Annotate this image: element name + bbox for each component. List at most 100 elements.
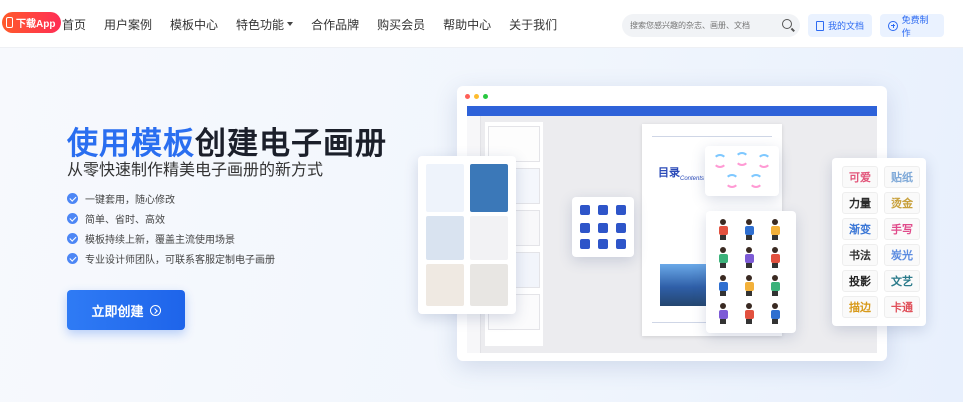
- feature-text: 模板持续上新，覆盖主流使用场景: [85, 234, 235, 246]
- nav-link[interactable]: 特色功能: [236, 16, 294, 33]
- nav-link[interactable]: 首页: [62, 16, 86, 33]
- template-tile: [426, 264, 464, 306]
- minimize-dot-icon: [474, 94, 479, 99]
- character-figure: [718, 247, 728, 269]
- nav-link[interactable]: 模板中心: [170, 16, 218, 33]
- grid-icon: [580, 205, 590, 215]
- nav-link-label: 模板中心: [170, 17, 219, 32]
- text-effect-sample: 力量: [842, 192, 878, 214]
- page-heading: 目录: [658, 167, 680, 179]
- text-effect-sample: 烫金: [884, 192, 920, 214]
- window-controls: [465, 94, 488, 99]
- search-box[interactable]: [622, 14, 800, 37]
- caret-down-icon: [287, 22, 294, 26]
- feature-item: 一键套用，随心修改: [67, 188, 275, 208]
- nav-links: 首页 用户案例 模板中心 特色功能 合作品牌 购买会员 帮助中心 关于我们: [62, 0, 575, 48]
- character-figure: [718, 275, 728, 297]
- nav-link-label: 帮助中心: [443, 17, 492, 32]
- text-effects-card: 可爱 贴纸 力量 烫金 渐变 手写 书法 炭光 投影 文艺 描边 卡通: [832, 158, 926, 326]
- grid-icon: [598, 223, 608, 233]
- page-heading-en: Contents: [680, 176, 705, 182]
- nav-link[interactable]: 购买会员: [377, 16, 425, 33]
- search-input[interactable]: [630, 21, 770, 30]
- hero-subtitle: 从零快速制作精美电子画册的新方式: [67, 162, 324, 179]
- grid-icon: [598, 239, 608, 249]
- text-effect-sample: 描边: [842, 296, 878, 318]
- character-figure: [770, 275, 780, 297]
- nav-link[interactable]: 用户案例: [104, 16, 152, 33]
- text-effect-sample: 可爱: [842, 166, 878, 188]
- character-figure: [744, 219, 754, 241]
- download-app-label: 下载App: [16, 19, 56, 30]
- grid-icon: [616, 239, 626, 249]
- template-tile: [426, 164, 464, 212]
- character-figure: [770, 303, 780, 325]
- character-figure: [744, 247, 754, 269]
- create-now-label: 立即创建: [91, 303, 144, 319]
- character-figure: [744, 303, 754, 325]
- swirl-icon: [713, 154, 727, 168]
- text-effect-sample: 投影: [842, 270, 878, 292]
- check-circle-icon: [67, 192, 78, 204]
- grid-icon: [580, 239, 590, 249]
- nav-link[interactable]: 合作品牌: [311, 16, 359, 33]
- my-docs-label: 我的文档: [828, 21, 865, 31]
- feature-list: 一键套用，随心修改 简单、省时、高效模板持续上新，覆盖主流使用场景专业设计师团队，…: [67, 188, 275, 268]
- text-effect-sample: 渐变: [842, 218, 878, 240]
- icon-grid-card: [572, 197, 634, 257]
- text-effect-sample: 书法: [842, 244, 878, 266]
- grid-icon: [616, 205, 626, 215]
- character-figure: [718, 219, 728, 241]
- page-photo: [660, 264, 706, 306]
- grid-icon: [580, 223, 590, 233]
- editor-mockup-window: 目录 Contents: [457, 86, 887, 361]
- nav-link-label: 特色功能: [236, 17, 285, 32]
- feature-text: 一键套用，随心修改: [85, 194, 175, 206]
- top-nav: 下载App 首页 用户案例 模板中心 特色功能 合作品牌 购买会员 帮助中心 关于我们 我的文…: [0, 0, 963, 48]
- template-tile: [470, 216, 508, 260]
- close-dot-icon: [465, 94, 470, 99]
- character-figure: [770, 219, 780, 241]
- swirl-icon: [749, 174, 763, 188]
- nav-link-label: 用户案例: [104, 17, 153, 32]
- feature-text: 专业设计师团队，可联系客服定制电子画册: [85, 254, 275, 266]
- nav-link[interactable]: 关于我们: [509, 16, 557, 33]
- nav-link-label: 关于我们: [509, 17, 558, 32]
- character-figure: [718, 303, 728, 325]
- swirl-icon: [757, 154, 771, 168]
- grid-icon: [616, 223, 626, 233]
- character-figure: [744, 275, 754, 297]
- plus-circle-icon: [888, 20, 898, 31]
- download-app-badge[interactable]: 下载App: [2, 12, 62, 33]
- template-tile: [470, 264, 508, 306]
- text-effect-sample: 贴纸: [884, 166, 920, 188]
- phone-icon: [6, 17, 13, 28]
- characters-card: [706, 211, 796, 333]
- feature-item: 模板持续上新，覆盖主流使用场景: [67, 228, 275, 248]
- feature-text: 简单、省时、高效: [85, 214, 165, 226]
- template-tile: [426, 216, 464, 260]
- decoration-card: [705, 146, 779, 196]
- swirl-icon: [725, 174, 739, 188]
- create-now-button[interactable]: 立即创建: [67, 290, 185, 330]
- page-rule: [652, 136, 772, 137]
- text-effect-sample: 文艺: [884, 270, 920, 292]
- check-circle-icon: [67, 232, 78, 244]
- search-icon[interactable]: [782, 19, 792, 29]
- free-create-button[interactable]: 免费制作: [880, 14, 944, 38]
- editor-toolbar: [467, 106, 877, 116]
- my-docs-button[interactable]: 我的文档: [808, 14, 872, 37]
- maximize-dot-icon: [483, 94, 488, 99]
- nav-link-label: 首页: [62, 17, 87, 32]
- document-icon: [816, 20, 824, 31]
- nav-link-label: 购买会员: [377, 17, 426, 32]
- nav-link-label: 合作品牌: [311, 17, 360, 32]
- feature-item: 简单、省时、高效: [67, 208, 275, 228]
- nav-link[interactable]: 帮助中心: [443, 16, 491, 33]
- text-effect-sample: 卡通: [884, 296, 920, 318]
- arrow-right-circle-icon: [149, 304, 161, 316]
- check-circle-icon: [67, 252, 78, 264]
- text-effect-sample: 手写: [884, 218, 920, 240]
- text-effect-sample: 炭光: [884, 244, 920, 266]
- free-create-label: 免费制作: [901, 14, 929, 38]
